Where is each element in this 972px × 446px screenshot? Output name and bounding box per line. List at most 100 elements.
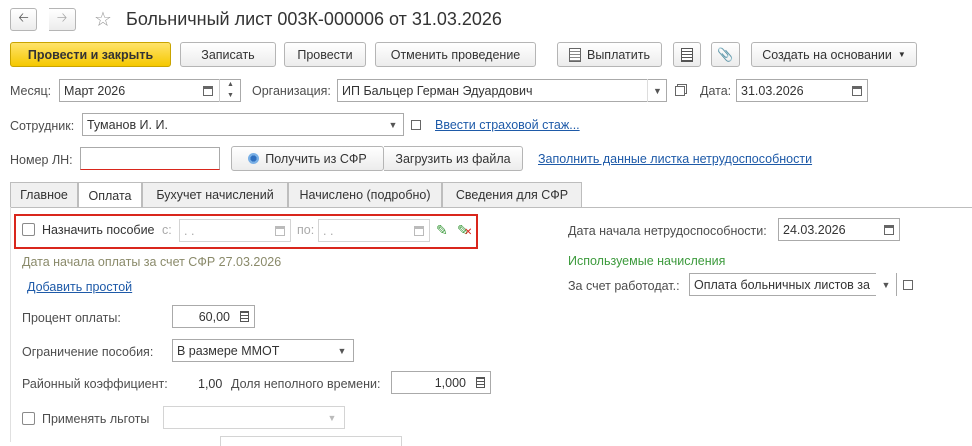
- benefits-dropdown-button[interactable]: ▼: [322, 406, 342, 429]
- month-label: Месяц:: [10, 84, 52, 98]
- employee-dropdown-button[interactable]: ▼: [383, 113, 403, 136]
- tab-main[interactable]: Главное: [10, 182, 78, 207]
- apply-benefits-checkbox[interactable]: [22, 412, 35, 425]
- calculator-icon: [239, 311, 249, 322]
- tab-accrued-detail[interactable]: Начислено (подробно): [288, 182, 442, 207]
- date-calendar-button[interactable]: [847, 79, 867, 102]
- used-accruals-heading: Используемые начисления: [568, 254, 726, 268]
- tab-accounting[interactable]: Бухучет начислений: [142, 182, 288, 207]
- document-icon: [568, 47, 581, 62]
- month-spinner[interactable]: ▲ ▼: [219, 79, 241, 102]
- org-open-button[interactable]: [670, 79, 690, 102]
- insurance-experience-link[interactable]: Ввести страховой стаж...: [435, 118, 580, 132]
- calendar-icon: [884, 224, 894, 235]
- save-button[interactable]: Записать: [180, 42, 276, 67]
- dropdown-arrow-icon: ▼: [327, 412, 337, 423]
- employer-account-label: За счет работодат.:: [568, 279, 680, 293]
- get-from-sfr-button[interactable]: Получить из СФР: [231, 146, 384, 171]
- tab-sfr-info[interactable]: Сведения для СФР: [442, 182, 582, 207]
- to-label: по:: [297, 223, 315, 237]
- spin-down-icon[interactable]: ▼: [220, 90, 241, 101]
- org-field[interactable]: ИП Бальцер Герман Эдуардович: [337, 79, 667, 102]
- district-coef-label: Районный коэффициент:: [22, 377, 168, 391]
- arrow-right-icon: 🡢: [56, 9, 68, 25]
- ln-number-field[interactable]: [80, 147, 220, 170]
- benefit-limit-dropdown-button[interactable]: ▼: [332, 339, 352, 362]
- apply-benefits-label: Применять льготы: [42, 412, 150, 426]
- date-label: Дата:: [700, 84, 732, 98]
- benefit-limit-value: В размере ММОТ: [177, 343, 280, 358]
- assign-benefit-checkbox[interactable]: [22, 223, 35, 236]
- employer-account-open-button[interactable]: [898, 273, 918, 296]
- part-time-label: Доля неполного времени:: [231, 377, 381, 391]
- create-based-label: Создать на основании: [762, 47, 892, 62]
- disability-start-calendar-button[interactable]: [879, 218, 899, 241]
- month-value: Март 2026: [64, 83, 126, 98]
- disability-start-label: Дата начала нетрудоспособности:: [568, 224, 767, 238]
- unpost-button[interactable]: Отменить проведение: [375, 42, 536, 67]
- attach-button[interactable]: 📎: [711, 42, 740, 67]
- pay-button[interactable]: Выплатить: [557, 42, 662, 67]
- sfr-logo-icon: [248, 153, 260, 164]
- employee-open-button[interactable]: [406, 113, 426, 136]
- open-icon: [903, 279, 913, 290]
- employee-field[interactable]: Туманов И. И.: [82, 113, 404, 136]
- ln-number-label: Номер ЛН:: [10, 153, 73, 167]
- spin-up-icon[interactable]: ▲: [220, 79, 241, 90]
- month-calendar-button[interactable]: [198, 79, 218, 102]
- org-dropdown-button[interactable]: ▼: [647, 79, 667, 102]
- employer-account-dropdown-button[interactable]: ▼: [876, 273, 896, 296]
- employee-value: Туманов И. И.: [87, 117, 168, 132]
- favorite-star-icon[interactable]: ☆: [94, 7, 112, 32]
- paperclip-icon: 📎: [717, 46, 734, 62]
- pay-percent-calc-button[interactable]: [234, 305, 254, 328]
- benefit-limit-select[interactable]: В размере ММОТ: [172, 339, 354, 362]
- dropdown-arrow-icon: ▼: [653, 85, 662, 96]
- date-value: 31.03.2026: [741, 83, 804, 98]
- back-button[interactable]: 🡠: [10, 8, 37, 31]
- calendar-icon: [414, 225, 424, 236]
- page-title: Больничный лист 003К-000006 от 31.03.202…: [126, 9, 502, 29]
- tab-panel-border: [10, 207, 972, 208]
- tab-panel-left-border: [10, 207, 11, 442]
- from-date-value: . .: [184, 223, 195, 238]
- employer-account-field[interactable]: Оплата больничных листов за: [689, 273, 897, 296]
- edit-pencil-icon[interactable]: ✎: [436, 222, 448, 239]
- clear-edit-icon[interactable]: ✎ ✕: [457, 222, 472, 239]
- calculator-icon: [475, 377, 485, 388]
- org-value: ИП Бальцер Герман Эдуардович: [342, 83, 533, 98]
- from-calendar-button[interactable]: [270, 219, 290, 242]
- create-based-button[interactable]: Создать на основании ▼: [751, 42, 917, 67]
- list-icon: [681, 47, 693, 62]
- forward-button[interactable]: 🡢: [49, 8, 76, 31]
- fill-sick-leave-link[interactable]: Заполнить данные листка нетрудоспособнос…: [538, 152, 812, 166]
- report-button[interactable]: [673, 42, 701, 67]
- employer-account-value: Оплата больничных листов за: [694, 277, 870, 292]
- dropdown-arrow-icon: ▼: [337, 345, 347, 356]
- part-time-value: 1,000: [434, 375, 466, 390]
- dropdown-arrow-icon: ▼: [881, 279, 891, 290]
- post-and-close-button[interactable]: Провести и закрыть: [10, 42, 171, 67]
- pay-label: Выплатить: [586, 47, 650, 62]
- benefit-limit-label: Ограничение пособия:: [22, 345, 154, 359]
- part-time-calc-button[interactable]: [470, 371, 490, 394]
- calendar-icon: [852, 85, 862, 96]
- open-icon: [411, 119, 421, 130]
- calendar-icon: [203, 85, 213, 96]
- pay-start-note: Дата начала оплаты за счет СФР 27.03.202…: [22, 255, 282, 269]
- add-downtime-link[interactable]: Добавить простой: [27, 280, 132, 294]
- post-button[interactable]: Провести: [284, 42, 366, 67]
- calendar-icon: [275, 225, 285, 236]
- get-from-sfr-label: Получить из СФР: [265, 151, 367, 166]
- arrow-left-icon: 🡠: [18, 9, 29, 25]
- benefits-select[interactable]: [163, 406, 345, 429]
- tab-payment[interactable]: Оплата: [78, 182, 142, 208]
- partial-bottom-field[interactable]: [220, 436, 402, 446]
- pay-percent-label: Процент оплаты:: [22, 311, 121, 325]
- org-label: Организация:: [252, 84, 331, 98]
- load-from-file-button[interactable]: Загрузить из файла: [384, 146, 523, 171]
- to-date-value: . .: [323, 223, 334, 238]
- assign-benefit-label: Назначить пособие: [42, 223, 155, 237]
- from-label: с:: [162, 223, 172, 237]
- to-calendar-button[interactable]: [409, 219, 429, 242]
